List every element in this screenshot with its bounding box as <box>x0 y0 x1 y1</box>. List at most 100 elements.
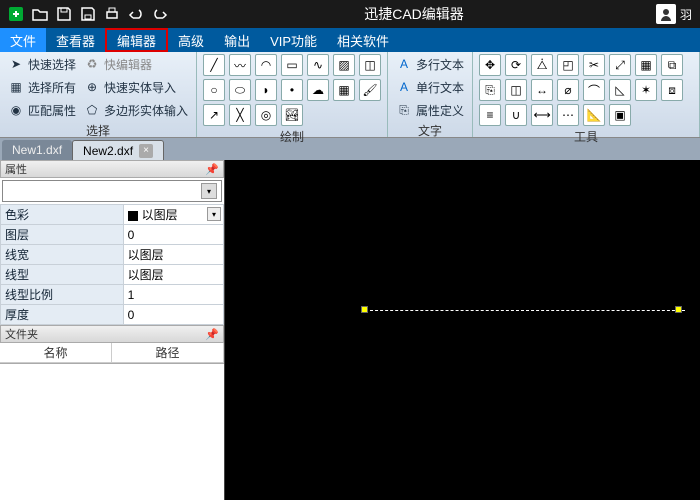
match-props[interactable]: ◉匹配属性 <box>6 100 78 120</box>
move-tool-icon[interactable]: ✥ <box>479 54 501 76</box>
paint-tool-icon[interactable]: 🖌 <box>359 79 381 101</box>
prop-row[interactable]: 厚度0 <box>1 305 224 325</box>
single-text[interactable]: A单行文本 <box>394 77 466 97</box>
user-icon[interactable] <box>656 4 676 24</box>
workspace: 属性 📌 ▾ 色彩 以图层▾ 图层0 线宽以图层 线型以图层 线型比例1 厚度0… <box>0 160 700 500</box>
divide-tool-icon[interactable]: ⋯ <box>557 104 579 126</box>
rect-tool-icon[interactable]: ▭ <box>281 54 303 76</box>
prop-row[interactable]: 线型比例1 <box>1 285 224 305</box>
polygon-icon: ⬠ <box>84 102 100 118</box>
menu-related[interactable]: 相关软件 <box>327 28 399 52</box>
menu-file[interactable]: 文件 <box>0 28 46 52</box>
titlebar: 迅捷CAD编辑器 羽 <box>0 0 700 28</box>
prop-row-color[interactable]: 色彩 以图层▾ <box>1 205 224 225</box>
scale-tool-icon[interactable]: ◰ <box>557 54 579 76</box>
grip-handle-end[interactable] <box>675 306 682 313</box>
menu-editor[interactable]: 编辑器 <box>105 28 168 52</box>
pin-icon[interactable]: 📌 <box>205 163 219 176</box>
join-tool-icon[interactable]: ∪ <box>505 104 527 126</box>
image-tool-icon[interactable]: 🏞 <box>281 104 303 126</box>
open-file-icon[interactable] <box>28 2 52 26</box>
selected-line-entity[interactable] <box>365 310 685 311</box>
color-swatch <box>128 211 138 221</box>
measure-tool-icon[interactable]: 📐 <box>583 104 605 126</box>
copy-tool-icon[interactable]: ⎘ <box>479 79 501 101</box>
import-icon: ⊕ <box>84 79 100 95</box>
line-tool-icon[interactable]: ╱ <box>203 54 225 76</box>
trim-tool-icon[interactable]: ✂ <box>583 54 605 76</box>
ray-tool-icon[interactable]: ↗ <box>203 104 225 126</box>
polyline-tool-icon[interactable]: 〰 <box>229 54 251 76</box>
point-tool-icon[interactable]: • <box>281 79 303 101</box>
circle-tool-icon[interactable]: ○ <box>203 79 225 101</box>
props-filter-dropdown[interactable]: ▾ <box>2 180 222 202</box>
prop-row[interactable]: 图层0 <box>1 225 224 245</box>
app-title: 迅捷CAD编辑器 <box>172 4 656 24</box>
spline-tool-icon[interactable]: ∿ <box>307 54 329 76</box>
donut-tool-icon[interactable]: ◎ <box>255 104 277 126</box>
chevron-down-icon[interactable]: ▾ <box>207 207 221 221</box>
canvas[interactable] <box>225 160 700 500</box>
chamfer-tool-icon[interactable]: ◺ <box>609 79 631 101</box>
group-tool-icon[interactable]: ⧉ <box>661 54 683 76</box>
offset-tool-icon[interactable]: ◫ <box>505 79 527 101</box>
select-all[interactable]: ▦选择所有 <box>6 77 78 97</box>
lengthen-tool-icon[interactable]: ⟷ <box>531 104 553 126</box>
mirror-tool-icon[interactable]: ⧊ <box>531 54 553 76</box>
stretch-tool-icon[interactable]: ↔ <box>531 79 553 101</box>
explode-tool-icon[interactable]: ✶ <box>635 79 657 101</box>
select-all-icon: ▦ <box>8 79 24 95</box>
prop-row[interactable]: 线型以图层 <box>1 265 224 285</box>
rotate-tool-icon[interactable]: ⟳ <box>505 54 527 76</box>
attrdef-icon: ⎘ <box>396 102 412 118</box>
prop-row[interactable]: 线宽以图层 <box>1 245 224 265</box>
pin-icon[interactable]: 📌 <box>205 328 219 341</box>
ellipse-tool-icon[interactable]: ⬭ <box>229 79 251 101</box>
quick-entity-import[interactable]: ⊕快速实体导入 <box>82 77 190 97</box>
grip-handle-start[interactable] <box>361 306 368 313</box>
col-path[interactable]: 路径 <box>112 343 224 362</box>
xline-tool-icon[interactable]: ╳ <box>229 104 251 126</box>
hatch-tool-icon[interactable]: ▨ <box>333 54 355 76</box>
multi-text[interactable]: A多行文本 <box>394 54 466 74</box>
break-tool-icon[interactable]: ⌀ <box>557 79 579 101</box>
arc-tool-icon[interactable]: ◠ <box>255 54 277 76</box>
block-tool-icon[interactable]: ▣ <box>609 104 631 126</box>
multitext-icon: A <box>396 56 412 72</box>
props-panel-header: 属性 📌 <box>0 160 224 178</box>
redo-icon[interactable] <box>148 2 172 26</box>
array-tool-icon[interactable]: ▦ <box>635 54 657 76</box>
ellipse-arc-tool-icon[interactable]: ◗ <box>255 79 277 101</box>
region-tool-icon[interactable]: ◫ <box>359 54 381 76</box>
tab-new2[interactable]: New2.dxf× <box>72 140 164 160</box>
extend-tool-icon[interactable]: ⤢ <box>609 54 631 76</box>
save-as-icon[interactable] <box>76 2 100 26</box>
close-icon[interactable]: × <box>139 144 153 158</box>
fillet-tool-icon[interactable]: ⌒ <box>583 79 605 101</box>
chevron-down-icon: ▾ <box>201 183 217 199</box>
menu-viewer[interactable]: 查看器 <box>46 28 105 52</box>
print-icon[interactable] <box>100 2 124 26</box>
polygon-entity-input[interactable]: ⬠多边形实体输入 <box>82 100 190 120</box>
folder-panel-header: 文件夹 📌 <box>0 325 224 343</box>
side-panel: 属性 📌 ▾ 色彩 以图层▾ 图层0 线宽以图层 线型以图层 线型比例1 厚度0… <box>0 160 225 500</box>
cloud-tool-icon[interactable]: ☁ <box>307 79 329 101</box>
menu-output[interactable]: 输出 <box>214 28 260 52</box>
ungroup-tool-icon[interactable]: ⧈ <box>661 79 683 101</box>
quick-select[interactable]: ➤快速选择 <box>6 54 78 74</box>
col-name[interactable]: 名称 <box>0 343 112 362</box>
new-file-icon[interactable] <box>4 2 28 26</box>
attr-def[interactable]: ⎘属性定义 <box>394 100 466 120</box>
menu-advanced[interactable]: 高级 <box>168 28 214 52</box>
save-icon[interactable] <box>52 2 76 26</box>
folder-columns: 名称 路径 <box>0 343 224 363</box>
fill-tool-icon[interactable]: ▦ <box>333 79 355 101</box>
quick-editor[interactable]: ♻快编辑器 <box>82 54 190 74</box>
menu-vip[interactable]: VIP功能 <box>260 28 327 52</box>
tab-new1[interactable]: New1.dxf <box>2 140 72 160</box>
user-label: 羽 <box>680 6 692 23</box>
align-tool-icon[interactable]: ≡ <box>479 104 501 126</box>
undo-icon[interactable] <box>124 2 148 26</box>
singletext-icon: A <box>396 79 412 95</box>
ribbon-label-text: 文字 <box>394 120 466 141</box>
